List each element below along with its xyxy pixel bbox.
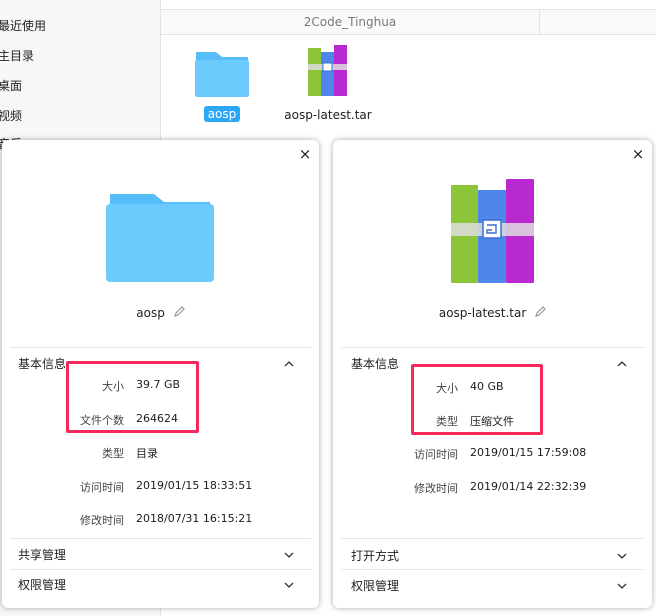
share-management-header[interactable]: 共享管理 [18,546,66,563]
property-key-modify-time: 修改时间 [80,514,124,527]
archive-icon [451,179,534,283]
properties-dialog-archive: × aosp-latest.tar 基本信息 大小 40 GB 类型 压缩文件 … [333,140,652,608]
property-value-modify-time: 2018/07/31 16:15:21 [136,512,253,525]
folder-icon [106,194,214,282]
property-key-modify-time: 修改时间 [414,482,458,495]
divider [341,347,644,348]
sidebar-item-home[interactable]: 主目录 [0,47,34,64]
close-button[interactable]: × [297,146,313,162]
divider [10,538,311,539]
property-value-access-time: 2019/01/15 18:33:51 [136,479,253,492]
file-label: aosp [203,106,241,122]
file-name: aosp [136,306,165,320]
divider [341,538,644,539]
path-bar-divider [539,10,540,34]
pencil-icon[interactable] [173,306,185,318]
basic-info-header[interactable]: 基本信息 [351,355,399,372]
chevron-up-icon[interactable] [617,359,627,369]
file-item-aosp[interactable]: aosp [191,46,253,122]
file-label: aosp-latest.tar [284,108,372,122]
file-name: aosp-latest.tar [438,306,527,320]
chevron-down-icon[interactable] [284,580,294,590]
highlight-box [66,361,199,433]
property-value-type: 目录 [136,447,158,460]
properties-dialog-folder: × aosp 基本信息 大小 39.7 GB 文件个数 264624 类型 目录… [2,140,319,608]
file-name-row: aosp [2,306,319,320]
path-bar: 2Code_Tinghua [161,9,656,35]
permission-management-header[interactable]: 权限管理 [18,576,66,593]
highlight-box [411,364,543,435]
chevron-up-icon[interactable] [284,359,294,369]
close-button[interactable]: × [630,146,646,162]
divider [10,569,311,570]
chevron-down-icon[interactable] [284,550,294,560]
archive-icon [308,45,347,96]
sidebar-item-videos[interactable]: 视频 [0,107,22,124]
folder-icon [195,52,249,97]
property-key-access-time: 访问时间 [80,481,124,494]
divider [10,347,311,348]
divider [341,569,644,570]
chevron-down-icon[interactable] [617,551,627,561]
path-label[interactable]: 2Code_Tinghua [161,15,539,29]
property-value-modify-time: 2019/01/14 22:32:39 [470,480,587,493]
file-item-archive[interactable]: aosp-latest.tar [278,44,378,122]
sidebar-item-desktop[interactable]: 桌面 [0,77,22,94]
property-key-access-time: 访问时间 [414,448,458,461]
open-with-header[interactable]: 打开方式 [351,547,399,564]
sidebar-item-recent[interactable]: 最近使用 [0,17,46,34]
pencil-icon[interactable] [534,306,546,318]
property-value-access-time: 2019/01/15 17:59:08 [470,446,587,459]
chevron-down-icon[interactable] [617,581,627,591]
permission-management-header[interactable]: 权限管理 [351,577,399,594]
basic-info-header[interactable]: 基本信息 [18,355,66,372]
property-key-type: 类型 [102,447,124,460]
file-name-row: aosp-latest.tar [333,306,652,320]
